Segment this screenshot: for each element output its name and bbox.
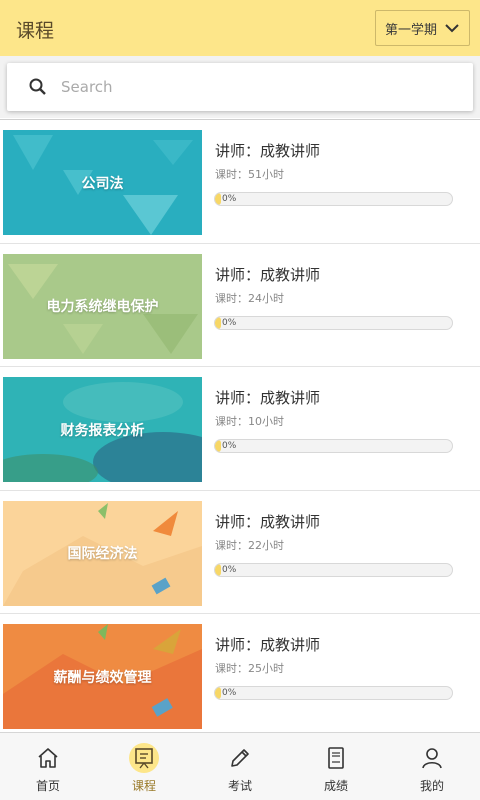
tab-label: 我的 (419, 779, 444, 793)
user-icon (417, 743, 447, 773)
course-cover-title: 薪酬与绩效管理 (53, 669, 152, 686)
course-teacher: 讲师：成教讲师 (215, 389, 321, 407)
course-item[interactable]: 国际经济法 讲师：成教讲师 课时：22小时 0% (0, 491, 480, 614)
course-progress-text: 0% (222, 317, 237, 328)
course-teacher: 讲师：成教讲师 (215, 142, 321, 160)
course-teacher: 讲师：成教讲师 (215, 512, 321, 531)
course-teacher: 讲师：成教讲师 (215, 265, 321, 284)
course-cover-title: 公司法 (81, 175, 124, 192)
tab-label: 考试 (227, 779, 252, 793)
search-box (7, 63, 473, 111)
course-item[interactable]: 电力系统继电保护 讲师：成教讲师 课时：24小时 0% (0, 244, 480, 367)
course-progress-fill (215, 563, 221, 576)
search-input[interactable] (61, 73, 461, 101)
course-progress: 0% (214, 562, 453, 577)
header-bar: 课程 第一学期 (0, 0, 480, 56)
course-hours: 课时：25小时 (215, 662, 284, 675)
course-item[interactable]: 薪酬与绩效管理 讲师：成教讲师 课时：25小时 0% (0, 614, 480, 732)
course-list: 公司法 讲师：成教讲师 课时：51小时 0% 电力系统继电保护 讲师：成教讲师 … (0, 119, 480, 732)
tab-label: 首页 (35, 779, 60, 793)
tab-label: 课程 (131, 779, 156, 793)
term-select[interactable]: 第一学期 (375, 10, 470, 46)
home-icon (33, 743, 63, 773)
tab-score[interactable]: 成绩 (288, 733, 384, 800)
course-hours: 课时：51小时 (215, 168, 284, 181)
course-cover: 国际经济法 (3, 500, 202, 606)
course-cover: 公司法 (3, 130, 202, 235)
course-progress-text: 0% (222, 194, 237, 204)
tab-home[interactable]: 首页 (0, 733, 96, 800)
search-area (0, 56, 480, 118)
course-progress-fill (215, 687, 221, 699)
course-cover-title: 电力系统继电保护 (46, 299, 159, 315)
tab-mine[interactable]: 我的 (384, 733, 480, 800)
tab-label: 成绩 (323, 779, 348, 793)
tab-course[interactable]: 课程 (96, 733, 192, 800)
course-cover: 财务报表分析 (3, 377, 202, 482)
course-progress-text: 0% (222, 441, 237, 451)
course-hours: 课时：10小时 (215, 415, 284, 428)
search-icon[interactable] (27, 76, 49, 98)
course-progress: 0% (214, 686, 453, 700)
term-select-label: 第一学期 (385, 22, 438, 38)
course-cover-title: 国际经济法 (67, 546, 138, 562)
course-progress-text: 0% (222, 688, 237, 698)
course-progress: 0% (214, 439, 453, 453)
course-hours: 课时：24小时 (215, 291, 284, 305)
course-hours: 课时：22小时 (215, 538, 284, 552)
course-cover: 电力系统继电保护 (3, 253, 202, 359)
course-progress-fill (215, 316, 221, 329)
course-item[interactable]: 财务报表分析 讲师：成教讲师 课时：10小时 0% (0, 367, 480, 491)
app-root: 课程 第一学期 Search 公司法 讲师：成教讲师 课时：51小时 0% 电力… (0, 0, 480, 800)
course-cover-title: 财务报表分析 (60, 422, 145, 439)
course-progress-fill (215, 193, 221, 205)
chevron-down-icon (445, 24, 459, 33)
tab-exam[interactable]: 考试 (192, 733, 288, 800)
course-item[interactable]: 公司法 讲师：成教讲师 课时：51小时 0% (0, 120, 480, 244)
score-sheet-icon (321, 743, 351, 773)
course-progress: 0% (214, 192, 453, 206)
page-title: 课程 (16, 20, 55, 42)
course-progress-fill (215, 440, 221, 452)
course-board-icon (129, 743, 159, 773)
bottom-tab-bar: 首页 课程 考试 成绩 我的 (0, 732, 480, 800)
course-progress: 0% (214, 315, 453, 330)
pencil-icon (225, 743, 255, 773)
course-progress-text: 0% (222, 564, 237, 575)
course-teacher: 讲师：成教讲师 (215, 636, 321, 654)
course-cover: 薪酬与绩效管理 (3, 624, 202, 729)
